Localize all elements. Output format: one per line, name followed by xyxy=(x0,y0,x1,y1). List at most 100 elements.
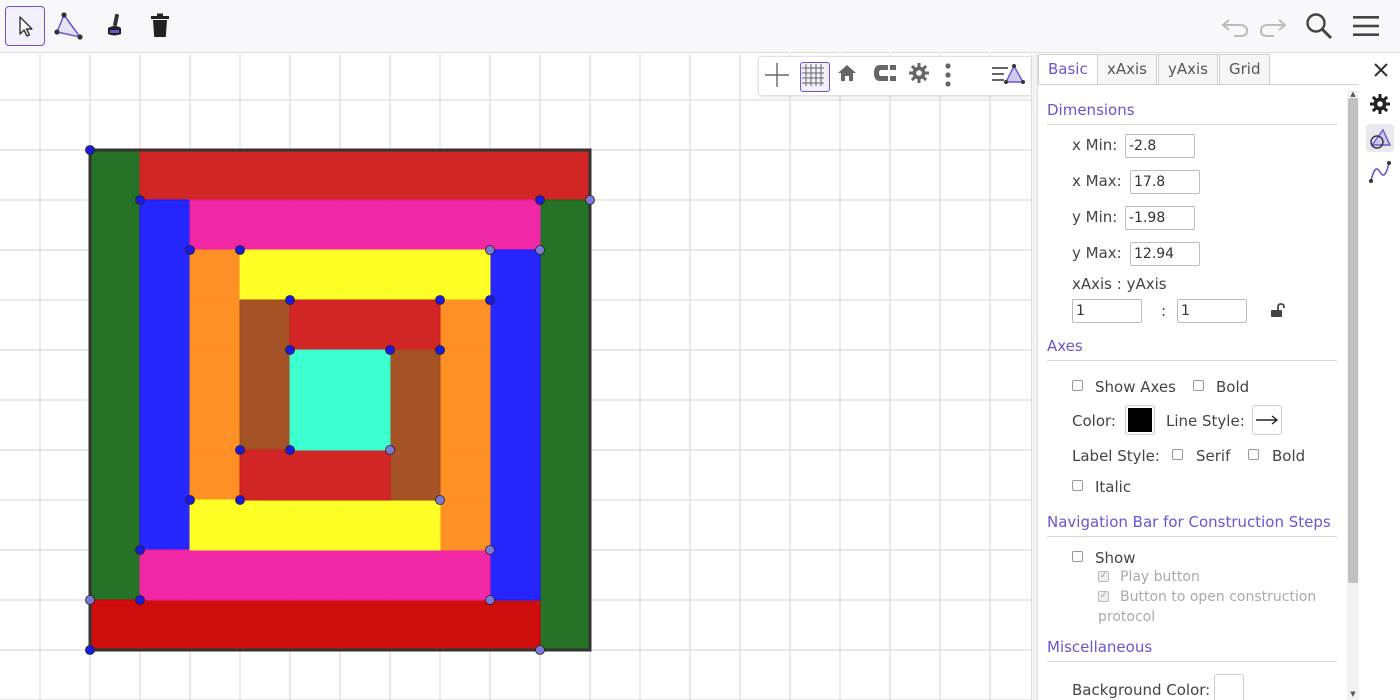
tab-xaxis[interactable]: xAxis xyxy=(1097,54,1157,84)
scroll-up-arrow[interactable]: ▲ xyxy=(1348,90,1358,98)
construction-point[interactable] xyxy=(285,345,295,355)
green-right-strip[interactable] xyxy=(539,199,591,651)
orange-right-strip[interactable] xyxy=(439,299,491,551)
x-axis-ratio-input[interactable]: 1 xyxy=(1072,299,1142,323)
settings-scrollbar[interactable]: ▲ ▼ xyxy=(1347,90,1359,700)
bold-label-checkbox[interactable] xyxy=(1248,449,1259,460)
line-style-button[interactable] xyxy=(1252,405,1282,435)
yellow-top-strip[interactable] xyxy=(239,249,491,301)
construction-point[interactable] xyxy=(135,545,145,555)
construction-point[interactable] xyxy=(435,345,445,355)
axes-color-button[interactable] xyxy=(1125,405,1155,435)
construction-point[interactable] xyxy=(485,245,495,255)
construction-point[interactable] xyxy=(585,195,595,205)
undo-button[interactable] xyxy=(1217,8,1253,44)
show-navigation-checkbox[interactable] xyxy=(1072,551,1083,562)
vertical-dots-icon xyxy=(945,63,951,87)
settings-scroll-area[interactable]: Dimensions x Min: -2.8 x Max: 17.8 y Min… xyxy=(1046,86,1350,700)
show-axes-checkbox[interactable] xyxy=(1072,380,1083,391)
construction-point[interactable] xyxy=(285,295,295,305)
construction-point[interactable] xyxy=(535,645,545,655)
y-axis-ratio-input[interactable]: 1 xyxy=(1177,299,1247,323)
blue-right-strip[interactable] xyxy=(489,249,541,601)
graphics-view[interactable] xyxy=(0,54,1031,700)
global-settings-button[interactable] xyxy=(1366,90,1394,118)
brown-left-strip[interactable] xyxy=(239,299,291,451)
style-brush-tool-button[interactable] xyxy=(95,6,135,46)
construction-shapes[interactable] xyxy=(88,148,592,652)
y-max-input[interactable]: 12.94 xyxy=(1130,242,1200,266)
view-divider[interactable] xyxy=(1031,54,1038,700)
construction-point[interactable] xyxy=(185,245,195,255)
construction-point[interactable] xyxy=(185,495,195,505)
graphics-settings-tab-button[interactable] xyxy=(1366,124,1394,152)
red-top-strip[interactable] xyxy=(139,149,591,201)
construction-point[interactable] xyxy=(85,595,95,605)
cyan-center-square[interactable] xyxy=(289,349,391,451)
graphics-settings-button[interactable] xyxy=(908,62,938,92)
show-axes-button[interactable] xyxy=(764,62,794,92)
point-capturing-button[interactable] xyxy=(872,62,902,92)
construction-point[interactable] xyxy=(485,545,495,555)
bold-axes-label: Bold xyxy=(1216,378,1250,396)
serif-checkbox[interactable] xyxy=(1172,449,1183,460)
construction-point[interactable] xyxy=(385,345,395,355)
search-button[interactable] xyxy=(1301,8,1337,44)
scroll-down-arrow[interactable]: ▼ xyxy=(1348,690,1358,698)
construction-point[interactable] xyxy=(235,245,245,255)
show-grid-button[interactable] xyxy=(800,62,830,92)
scroll-thumb[interactable] xyxy=(1348,98,1358,583)
construction-point[interactable] xyxy=(85,145,95,155)
blue-left-strip[interactable] xyxy=(139,199,191,551)
bold-axes-checkbox[interactable] xyxy=(1193,380,1204,391)
construction-point[interactable] xyxy=(385,445,395,455)
play-button-checkbox[interactable]: ✓ xyxy=(1098,571,1109,582)
pink-top-strip[interactable] xyxy=(189,199,541,251)
main-menu-button[interactable] xyxy=(1348,8,1384,44)
construction-point[interactable] xyxy=(435,495,445,505)
construction-point[interactable] xyxy=(235,445,245,455)
ratio-lock-button[interactable] xyxy=(1269,302,1285,322)
construction-point[interactable] xyxy=(235,495,245,505)
graphics-canvas[interactable] xyxy=(0,54,1031,700)
green-left-strip[interactable] xyxy=(89,149,141,601)
red-bottom-strip[interactable] xyxy=(89,599,541,651)
background-color-button[interactable] xyxy=(1214,674,1244,700)
move-tool-button[interactable] xyxy=(5,6,45,46)
algebra-settings-tab-button[interactable] xyxy=(1366,158,1394,186)
x-max-input[interactable]: 17.8 xyxy=(1130,170,1200,194)
redo-button[interactable] xyxy=(1255,8,1291,44)
brown-right-strip[interactable] xyxy=(389,349,441,501)
delete-tool-button[interactable] xyxy=(140,6,180,46)
orange-left-strip[interactable] xyxy=(189,249,241,501)
pink-bottom-strip[interactable] xyxy=(139,549,491,601)
tab-basic[interactable]: Basic xyxy=(1038,54,1098,85)
x-min-input[interactable]: -2.8 xyxy=(1125,134,1195,158)
section-divider xyxy=(1047,124,1337,125)
construction-point[interactable] xyxy=(435,295,445,305)
standard-view-button[interactable] xyxy=(836,62,866,92)
construction-point[interactable] xyxy=(485,595,495,605)
tab-grid[interactable]: Grid xyxy=(1219,54,1271,84)
construction-point[interactable] xyxy=(535,245,545,255)
polygon-tool-button[interactable] xyxy=(49,6,89,46)
yellow-bottom-strip[interactable] xyxy=(189,499,441,551)
construction-point[interactable] xyxy=(285,445,295,455)
construction-point[interactable] xyxy=(485,295,495,305)
toggle-style-bar-button[interactable] xyxy=(990,62,1028,92)
tab-yaxis[interactable]: yAxis xyxy=(1158,54,1218,84)
construction-point[interactable] xyxy=(535,195,545,205)
protocol-button-checkbox[interactable]: ✓ xyxy=(1098,591,1109,602)
italic-checkbox[interactable] xyxy=(1072,480,1083,491)
construction-point[interactable] xyxy=(85,645,95,655)
color-swatch xyxy=(1128,408,1152,432)
function-curve-icon xyxy=(1369,161,1391,183)
red-inner-bottom-strip[interactable] xyxy=(239,449,391,501)
construction-point[interactable] xyxy=(135,195,145,205)
construction-point[interactable] xyxy=(135,595,145,605)
more-options-button[interactable] xyxy=(944,62,974,92)
home-icon xyxy=(838,65,856,81)
y-min-input[interactable]: -1.98 xyxy=(1125,206,1195,230)
close-settings-button[interactable] xyxy=(1371,60,1391,80)
red-inner-top-strip[interactable] xyxy=(289,299,441,351)
